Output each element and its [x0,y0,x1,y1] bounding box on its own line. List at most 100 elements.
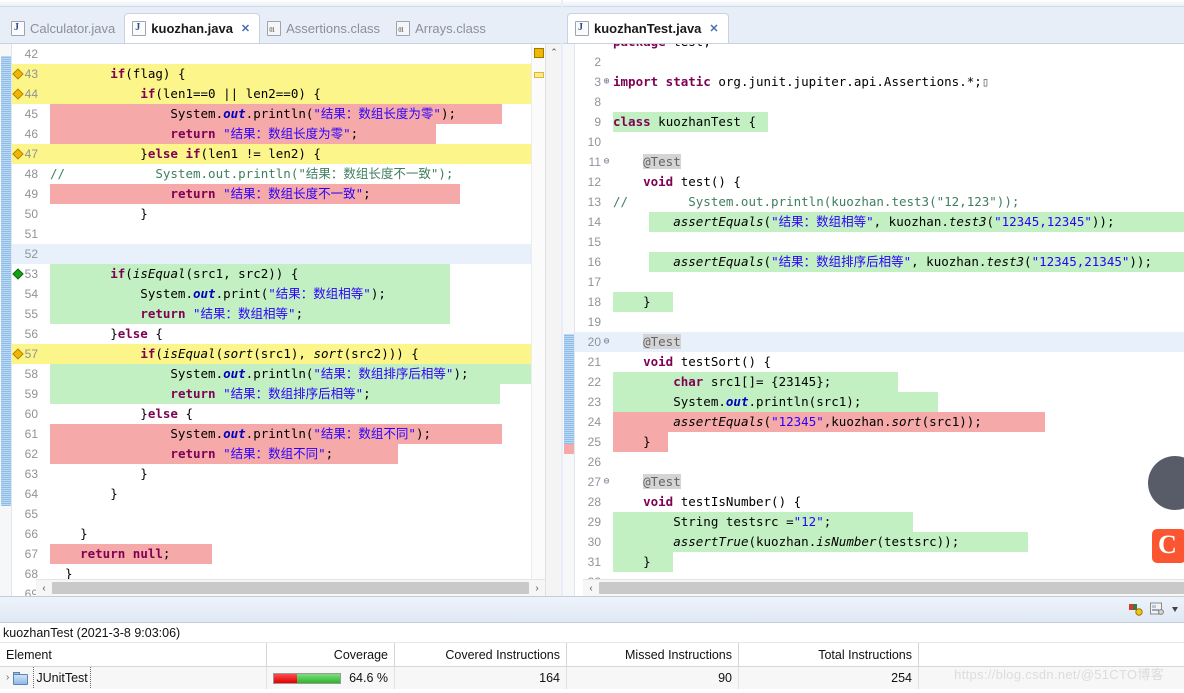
code-line[interactable]: 8 [575,92,1184,112]
code-line[interactable]: 53 if(isEqual(src1, src2)) { [12,264,561,284]
left-vertical-scrollbar[interactable]: ⌃ [545,44,561,596]
code-line[interactable]: 27 ⊖ @Test [575,472,1184,492]
code-line[interactable]: 65 [12,504,561,524]
left-overview-ruler[interactable] [531,44,545,596]
code-line[interactable]: 63 } [12,464,561,484]
line-number: 11 [588,155,601,169]
view-menu-icon[interactable] [1149,601,1165,617]
code-line[interactable]: 49 return "结果：数组长度不一致"; [12,184,561,204]
code-line[interactable]: 60 }else { [12,404,561,424]
right-code-area[interactable]: package test;23⊕import static org.junit.… [575,44,1184,596]
right-editor-body[interactable]: package test;23⊕import static org.junit.… [563,44,1184,596]
code-line[interactable]: 15 [575,232,1184,252]
left-editor-tab-kuozhan-java[interactable]: Jkuozhan.java ✕ [124,13,261,43]
column-header-coverage[interactable]: Coverage [267,643,395,666]
tree-expander-icon[interactable]: › [6,667,9,689]
code-line[interactable]: 22 char src1[]= {23145}; [575,372,1184,392]
hscroll-thumb[interactable] [599,582,1184,594]
left-horizontal-scrollbar[interactable]: ‹ › [36,579,545,596]
code-line[interactable]: 52 [12,244,561,264]
fold-toggle-icon[interactable]: ⊕ [602,72,611,92]
code-line[interactable]: 2 [575,52,1184,72]
code-line[interactable]: 30 assertTrue(kuozhan.isNumber(testsrc))… [575,532,1184,552]
code-line[interactable]: 57 if(isEqual(sort(src1), sort(src2))) { [12,344,561,364]
fold-toggle-icon[interactable]: ⊖ [602,472,611,492]
code-line[interactable]: 62 return "结果：数组不同"; [12,444,561,464]
code-line[interactable]: 56 }else { [12,324,561,344]
left-code-area[interactable]: 42 43 if(flag) {44 if(len1==0 || len2==0)… [12,44,561,596]
code-line[interactable]: 66 } [12,524,561,544]
code-line[interactable]: 19 [575,312,1184,332]
code-line[interactable]: 21 void testSort() { [575,352,1184,372]
code-line[interactable]: 26 [575,452,1184,472]
right-editor-tab-kuozhantest-java[interactable]: JkuozhanTest.java ✕ [567,13,729,43]
left-coverage-annotation-bar [0,44,12,596]
overview-marker-occurrence[interactable] [534,72,544,78]
code-line[interactable]: 54 System.out.print("结果：数组相等"); [12,284,561,304]
code-line[interactable]: 17 [575,272,1184,292]
code-line[interactable]: 3 ⊕ import static org.junit.jupiter.api.As… [575,72,1184,92]
code-line[interactable]: 23 System.out.println(src1); [575,392,1184,412]
code-line[interactable]: 55 return "结果：数组相等"; [12,304,561,324]
code-line[interactable]: 29 String testsrc ="12"; [575,512,1184,532]
code-line[interactable]: 47 }else if(len1 != len2) { [12,144,561,164]
java-file-icon: J [575,21,589,36]
code-line[interactable]: 11 ⊖ @Test [575,152,1184,172]
code-line[interactable]: 59 return "结果：数组排序后相等"; [12,384,561,404]
cell-element[interactable]: › JUnitTest [0,667,267,689]
column-header-covered-instructions[interactable]: Covered Instructions [395,643,567,666]
fold-toggle-icon[interactable]: ⊖ [602,332,611,352]
code-line[interactable]: 16 assertEquals("结果：数组排序后相等", kuozhan.te… [575,252,1184,272]
code-line[interactable]: 9 class kuozhanTest { [575,112,1184,132]
code-line[interactable]: 12 void test() { [575,172,1184,192]
left-editor-tab-assertions-class[interactable]: 01 Assertions.class [260,13,389,43]
code-line[interactable]: 43 if(flag) { [12,64,561,84]
right-horizontal-scrollbar[interactable]: ‹ [583,579,1184,596]
code-line[interactable]: 31 } [575,552,1184,572]
scroll-left-icon[interactable]: ‹ [583,583,599,594]
code-line[interactable]: 44 if(len1==0 || len2==0) { [12,84,561,104]
code-line[interactable]: 67 return null; [12,544,561,564]
code-line[interactable]: 14 assertEquals("结果：数组相等", kuozhan.test3… [575,212,1184,232]
relaunch-coverage-icon[interactable] [1128,601,1144,617]
code-line[interactable]: 48 // System.out.println("结果：数组长度不一致"); [12,164,561,184]
dropdown-arrow-icon[interactable] [1170,601,1180,617]
column-header-missed-instructions[interactable]: Missed Instructions [567,643,739,666]
left-editor-tab-calculator-java[interactable]: J Calculator.java [4,13,124,43]
code-line[interactable]: package test; [575,44,1184,52]
left-editor-body[interactable]: 42 43 if(flag) {44 if(len1==0 || len2==0)… [0,44,561,596]
line-number: 53 [24,267,38,281]
code-line[interactable]: 25 } [575,432,1184,452]
close-icon[interactable]: ✕ [241,22,250,35]
left-editor-tab-arrays-class[interactable]: 01 Arrays.class [389,13,495,43]
close-icon[interactable]: ✕ [709,22,718,35]
scroll-up-icon[interactable]: ⌃ [546,44,561,60]
line-code: return "结果：数组相等"; [140,306,304,321]
code-line[interactable]: 50 } [12,204,561,224]
table-row[interactable]: › JUnitTest 64.6 % 164 90 254 [0,667,1184,689]
code-line[interactable]: 13 // System.out.println(kuozhan.test3("1… [575,192,1184,212]
right-editor-tabbar: JkuozhanTest.java ✕ [563,0,1184,44]
code-line[interactable]: 42 [12,44,561,64]
overview-marker-warning-icon[interactable] [534,48,544,58]
coverage-percent-label: 64.6 % [349,671,388,685]
code-line[interactable]: 51 [12,224,561,244]
code-line[interactable]: 10 [575,132,1184,152]
code-line[interactable]: 45 System.out.println("结果：数组长度为零"); [12,104,561,124]
code-line[interactable]: 61 System.out.println("结果：数组不同"); [12,424,561,444]
code-line[interactable]: 64 } [12,484,561,504]
code-line[interactable]: 58 System.out.println("结果：数组排序后相等"); [12,364,561,384]
scroll-left-icon[interactable]: ‹ [36,583,52,594]
code-line[interactable]: 28 void testIsNumber() { [575,492,1184,512]
line-number: 42 [24,47,38,61]
code-line[interactable]: 18 } [575,292,1184,312]
code-line[interactable]: 20 ⊖ @Test [575,332,1184,352]
hscroll-thumb[interactable] [52,582,529,594]
fold-toggle-icon[interactable]: ⊖ [602,152,611,172]
code-line[interactable]: 46 return "结果：数组长度为零"; [12,124,561,144]
code-line[interactable]: 24 assertEquals("12345",kuozhan.sort(src… [575,412,1184,432]
column-header-total-instructions[interactable]: Total Instructions [739,643,919,666]
line-number: 22 [587,375,601,389]
scroll-right-icon[interactable]: › [529,583,545,594]
column-header-element[interactable]: Element [0,643,267,666]
